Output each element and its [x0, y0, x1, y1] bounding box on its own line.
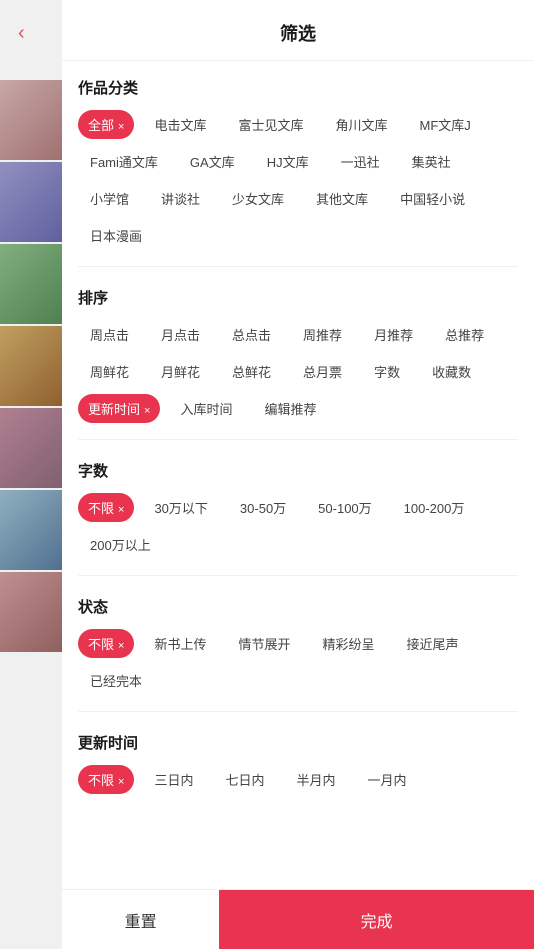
close-icon: × — [118, 504, 124, 516]
tag-sort-tags-14[interactable]: 编辑推荐 — [252, 394, 328, 423]
tag-sort-tags-0[interactable]: 周点击 — [78, 320, 141, 349]
divider-4 — [78, 711, 518, 712]
confirm-button[interactable]: 完成 — [219, 890, 534, 949]
section-update-time: 更新时间 不限× 三日内七日内半月内一月内 — [78, 716, 518, 806]
section-title-sort: 排序 — [78, 287, 518, 308]
book-cover-7 — [0, 572, 62, 652]
section-sort: 排序 周点击月点击总点击周推荐月推荐总推荐周鲜花月鲜花总鲜花总月票字数收藏数更新… — [78, 271, 518, 435]
tag-category-tags-13[interactable]: 其他文库 — [304, 184, 380, 213]
filter-body: 作品分类 全部× 电击文库富士见文库角川文库 MF文库J Fami通文库 GA文库 HJ文… — [62, 61, 534, 889]
tag-category-tags-0[interactable]: 全部× — [78, 110, 134, 139]
update-time-tags: 不限× 三日内七日内半月内一月内 — [78, 765, 518, 794]
tag-sort-tags-10[interactable]: 字数 — [362, 357, 412, 386]
book-cover-3 — [0, 244, 62, 324]
tag-status-tags-5[interactable]: 已经完本 — [78, 666, 154, 695]
category-tags: 全部× 电击文库富士见文库角川文库 MF文库J Fami通文库 GA文库 HJ文库一迅社集… — [78, 110, 518, 250]
filter-title: 筛选 — [62, 0, 534, 61]
section-title-status: 状态 — [78, 596, 518, 617]
filter-panel: 筛选 作品分类 全部× 电击文库富士见文库角川文库 MF文库J Fami通文库 GA文库… — [62, 0, 534, 949]
tag-category-tags-5[interactable]: Fami通文库 — [78, 147, 170, 176]
tag-status-tags-2[interactable]: 情节展开 — [226, 629, 302, 658]
tag-sort-tags-4[interactable]: 月推荐 — [362, 320, 425, 349]
tag-wordcount-tags-1[interactable]: 30万以下 — [142, 493, 219, 522]
section-wordcount: 字数 不限× 30万以下 30-50万 50-100万 100-200万 200万以上 — [78, 444, 518, 571]
tag-category-tags-11[interactable]: 讲谈社 — [149, 184, 212, 213]
book-cover-5 — [0, 408, 62, 488]
section-status: 状态 不限× 新书上传情节展开精彩纷呈接近尾声已经完本 — [78, 580, 518, 707]
tag-category-tags-8[interactable]: 一迅社 — [329, 147, 392, 176]
divider-3 — [78, 575, 518, 576]
tag-sort-tags-5[interactable]: 总推荐 — [433, 320, 496, 349]
close-icon: × — [118, 121, 124, 133]
tag-sort-tags-7[interactable]: 月鲜花 — [149, 357, 212, 386]
tag-sort-tags-8[interactable]: 总鲜花 — [220, 357, 283, 386]
tag-sort-tags-2[interactable]: 总点击 — [220, 320, 283, 349]
book-cover-4 — [0, 326, 62, 406]
tag-wordcount-tags-3[interactable]: 50-100万 — [306, 493, 383, 522]
tag-category-tags-9[interactable]: 集英社 — [400, 147, 463, 176]
close-icon: × — [118, 640, 124, 652]
reset-button[interactable]: 重置 — [62, 890, 219, 949]
tag-category-tags-4[interactable]: MF文库J — [408, 110, 483, 139]
book-cover-6 — [0, 490, 62, 570]
filter-footer: 重置 完成 — [62, 889, 534, 949]
close-icon: × — [144, 405, 150, 417]
tag-update-time-tags-3[interactable]: 半月内 — [284, 765, 347, 794]
tag-category-tags-10[interactable]: 小学馆 — [78, 184, 141, 213]
tag-wordcount-tags-0[interactable]: 不限× — [78, 493, 134, 522]
tag-update-time-tags-0[interactable]: 不限× — [78, 765, 134, 794]
wordcount-tags: 不限× 30万以下 30-50万 50-100万 100-200万 200万以上 — [78, 493, 518, 559]
section-title-update-time: 更新时间 — [78, 732, 518, 753]
book-cover-2 — [0, 162, 62, 242]
sidebar-books — [0, 80, 62, 652]
tag-sort-tags-12[interactable]: 更新时间× — [78, 394, 160, 423]
tag-wordcount-tags-5[interactable]: 200万以上 — [78, 530, 163, 559]
section-title-category: 作品分类 — [78, 77, 518, 98]
tag-category-tags-7[interactable]: HJ文库 — [255, 147, 321, 176]
tag-status-tags-1[interactable]: 新书上传 — [142, 629, 218, 658]
tag-category-tags-15[interactable]: 日本漫画 — [78, 221, 154, 250]
sidebar-panel: ‹ — [0, 0, 62, 949]
tag-sort-tags-6[interactable]: 周鲜花 — [78, 357, 141, 386]
tag-category-tags-14[interactable]: 中国轻小说 — [388, 184, 477, 213]
tag-sort-tags-11[interactable]: 收藏数 — [420, 357, 483, 386]
tag-wordcount-tags-2[interactable]: 30-50万 — [228, 493, 298, 522]
sort-tags: 周点击月点击总点击周推荐月推荐总推荐周鲜花月鲜花总鲜花总月票字数收藏数更新时间×… — [78, 320, 518, 423]
tag-status-tags-4[interactable]: 接近尾声 — [395, 629, 471, 658]
tag-category-tags-1[interactable]: 电击文库 — [142, 110, 218, 139]
tag-sort-tags-13[interactable]: 入库时间 — [168, 394, 244, 423]
tag-status-tags-3[interactable]: 精彩纷呈 — [310, 629, 386, 658]
section-category: 作品分类 全部× 电击文库富士见文库角川文库 MF文库J Fami通文库 GA文库 HJ文… — [78, 61, 518, 262]
divider-2 — [78, 439, 518, 440]
tag-update-time-tags-1[interactable]: 三日内 — [142, 765, 205, 794]
back-button[interactable]: ‹ — [18, 22, 25, 45]
section-title-wordcount: 字数 — [78, 460, 518, 481]
tag-update-time-tags-2[interactable]: 七日内 — [213, 765, 276, 794]
divider-1 — [78, 266, 518, 267]
book-cover-1 — [0, 80, 62, 160]
tag-category-tags-3[interactable]: 角川文库 — [323, 110, 399, 139]
tag-sort-tags-9[interactable]: 总月票 — [291, 357, 354, 386]
tag-wordcount-tags-4[interactable]: 100-200万 — [392, 493, 477, 522]
close-icon: × — [118, 776, 124, 788]
tag-category-tags-12[interactable]: 少女文库 — [220, 184, 296, 213]
tag-status-tags-0[interactable]: 不限× — [78, 629, 134, 658]
tag-update-time-tags-4[interactable]: 一月内 — [356, 765, 419, 794]
tag-category-tags-2[interactable]: 富士见文库 — [226, 110, 315, 139]
tag-sort-tags-3[interactable]: 周推荐 — [291, 320, 354, 349]
tag-sort-tags-1[interactable]: 月点击 — [149, 320, 212, 349]
tag-category-tags-6[interactable]: GA文库 — [178, 147, 247, 176]
status-tags: 不限× 新书上传情节展开精彩纷呈接近尾声已经完本 — [78, 629, 518, 695]
